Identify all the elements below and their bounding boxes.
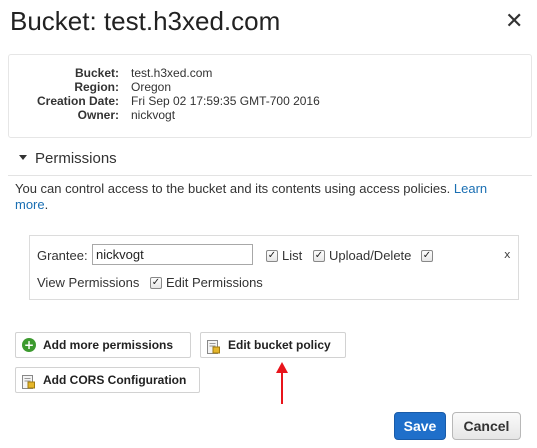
detail-row-creation-date: Creation Date: Fri Sep 02 17:59:35 GMT-7…: [9, 94, 320, 108]
edit-permissions-checkbox[interactable]: ✓: [150, 277, 162, 289]
detail-key: Creation Date:: [36, 94, 119, 108]
annotation-arrow-icon: [276, 362, 288, 404]
edit-bucket-policy-label: Edit bucket policy: [228, 338, 331, 352]
detail-value: nickvogt: [131, 108, 176, 122]
add-more-permissions-button[interactable]: + Add more permissions: [15, 332, 191, 358]
upload-delete-label: Upload/Delete: [329, 248, 412, 263]
section-divider: [8, 175, 532, 176]
add-more-permissions-label: Add more permissions: [43, 338, 174, 352]
caret-down-icon: [19, 154, 27, 160]
save-button[interactable]: Save: [394, 412, 446, 440]
detail-value: test.h3xed.com: [131, 66, 213, 80]
upload-delete-checkbox[interactable]: ✓: [313, 250, 325, 262]
cors-document-icon: [22, 373, 35, 397]
close-icon[interactable]: ✕: [505, 9, 523, 35]
detail-row-region: Region: Oregon: [9, 80, 171, 94]
intro-period: .: [44, 197, 49, 212]
view-permissions-checkbox[interactable]: ✓: [421, 250, 433, 262]
detail-row-owner: Owner: nickvogt: [9, 108, 175, 122]
edit-permissions-label: Edit Permissions: [166, 275, 263, 290]
list-label: List: [282, 248, 303, 263]
list-checkbox[interactable]: ✓: [266, 250, 278, 262]
grantee-input[interactable]: [92, 244, 253, 265]
view-permissions-label: View Permissions: [37, 275, 140, 290]
permissions-header-label: Permissions: [35, 150, 117, 167]
edit-bucket-policy-button[interactable]: Edit bucket policy: [200, 332, 346, 358]
policy-document-icon: [207, 338, 220, 362]
dialog-title: Bucket: test.h3xed.com: [10, 6, 281, 36]
detail-key: Owner:: [77, 108, 119, 122]
detail-key: Region:: [74, 80, 119, 94]
permissions-intro: You can control access to the bucket and…: [15, 181, 520, 213]
bucket-details-panel: Bucket: test.h3xed.com Region: Oregon Cr…: [8, 54, 532, 138]
detail-key: Bucket:: [74, 66, 119, 80]
cancel-button[interactable]: Cancel: [452, 412, 521, 440]
intro-text: You can control access to the bucket and…: [15, 181, 451, 196]
grantee-row: Grantee: ✓ List ✓ Upload/Delete ✓ x View…: [29, 235, 519, 300]
detail-value: Fri Sep 02 17:59:35 GMT-700 2016: [131, 94, 320, 108]
add-cors-configuration-button[interactable]: Add CORS Configuration: [15, 367, 200, 393]
add-circle-icon: +: [22, 338, 36, 352]
detail-row-bucket: Bucket: test.h3xed.com: [9, 66, 212, 80]
remove-grantee-icon[interactable]: x: [504, 248, 511, 261]
grantee-label: Grantee:: [37, 248, 88, 263]
detail-value: Oregon: [131, 80, 172, 94]
add-cors-configuration-label: Add CORS Configuration: [43, 373, 187, 387]
permissions-section-toggle[interactable]: Permissions: [19, 150, 117, 167]
